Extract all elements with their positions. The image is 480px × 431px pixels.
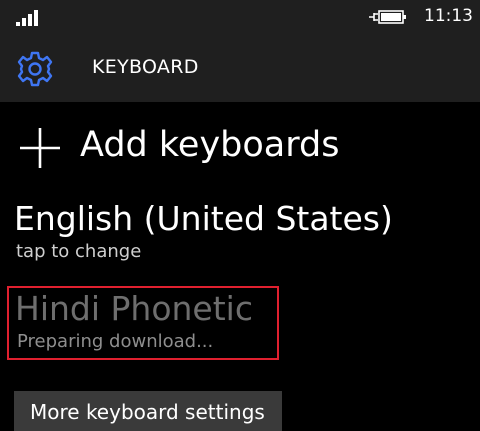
status-time: 11:13 [424,6,473,26]
status-bar: 11:13 [0,0,480,34]
more-keyboard-settings-button[interactable]: More keyboard settings [14,391,282,431]
plus-icon [20,128,60,168]
signal-icon [16,10,38,26]
keyboard-name: Hindi Phonetic [15,289,253,328]
keyboard-subtitle: Preparing download... [17,331,214,352]
add-keyboards-button[interactable]: Add keyboards [14,122,414,172]
keyboard-subtitle: tap to change [16,241,142,262]
page-title: KEYBOARD [92,56,199,78]
add-keyboards-label: Add keyboards [80,125,340,165]
keyboard-item-hindi[interactable]: Hindi Phonetic Preparing download... [7,286,279,360]
app-header: KEYBOARD [0,34,480,102]
battery-charging-icon [369,10,406,24]
keyboard-item-english[interactable]: English (United States) tap to change [14,198,394,270]
gear-icon [17,51,53,87]
keyboard-name: English (United States) [14,199,393,238]
